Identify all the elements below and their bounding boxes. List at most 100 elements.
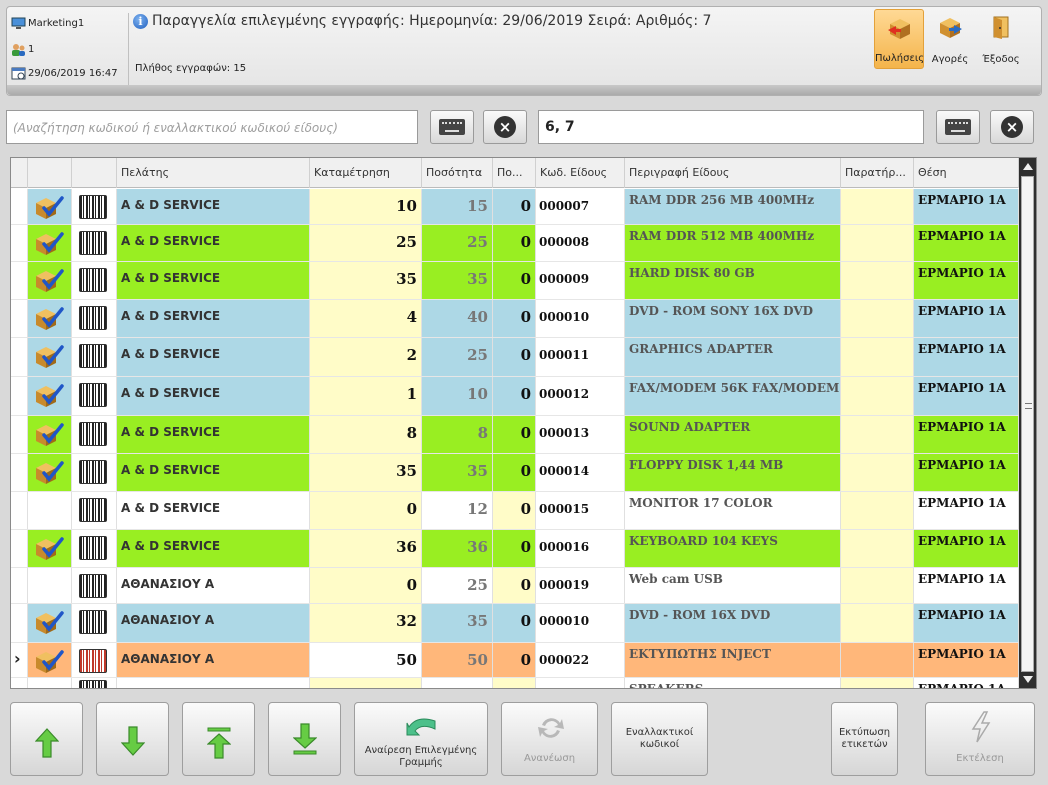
col-item-code[interactable]: Κωδ. Είδους: [536, 158, 625, 188]
refresh-button[interactable]: Ανανέωση: [501, 702, 598, 776]
cell-count[interactable]: 0: [310, 492, 422, 529]
row-barcode[interactable]: [72, 338, 117, 376]
clear-button-left[interactable]: ×: [483, 110, 527, 144]
move-down-button[interactable]: [96, 702, 169, 776]
cell-po: 0: [493, 492, 536, 529]
row-barcode[interactable]: [72, 300, 117, 337]
grid-scrollbar[interactable]: [1019, 158, 1036, 688]
row-indicator: [11, 416, 28, 453]
cell-count[interactable]: 2: [310, 338, 422, 376]
row-barcode[interactable]: [72, 604, 117, 642]
arrow-up-icon: [34, 728, 59, 758]
alternative-codes-button[interactable]: Εναλλακτικοί κωδικοί: [611, 702, 708, 776]
print-labels-button[interactable]: Εκτύπωση ετικετών: [831, 702, 898, 776]
row-barcode[interactable]: [72, 530, 117, 567]
col-notes[interactable]: Παρατήρ...: [841, 158, 914, 188]
cell-count[interactable]: 1: [310, 377, 422, 415]
row-barcode[interactable]: [72, 678, 117, 688]
row-status[interactable]: [28, 225, 72, 261]
nav-exit-button[interactable]: Έξοδος: [976, 9, 1026, 69]
table-row[interactable]: A & D SERVICE 25 25 0 000008 RAM DDR 512 MB 4…: [11, 225, 1019, 262]
clear-button-right[interactable]: ×: [990, 110, 1034, 144]
row-barcode[interactable]: [72, 189, 117, 224]
row-status[interactable]: [28, 492, 72, 529]
col-customer[interactable]: Πελάτης: [117, 158, 310, 188]
row-status[interactable]: [28, 189, 72, 224]
table-row[interactable]: A & D SERVICE 0 12 0 000015 MONITOR 17 COLOR Ε…: [11, 492, 1019, 530]
move-top-button[interactable]: [182, 702, 255, 776]
col-status[interactable]: [28, 158, 72, 188]
row-status[interactable]: [28, 416, 72, 453]
keyboard-button-left[interactable]: [430, 110, 474, 144]
cell-count[interactable]: [310, 678, 422, 688]
move-up-button[interactable]: [10, 702, 83, 776]
keyboard-button-right[interactable]: [936, 110, 980, 144]
col-count[interactable]: Καταμέτρηση: [310, 158, 422, 188]
row-barcode[interactable]: [72, 568, 117, 603]
row-indicator: [11, 568, 28, 603]
col-quantity[interactable]: Ποσότητα: [422, 158, 493, 188]
row-barcode[interactable]: [72, 492, 117, 529]
move-bottom-button[interactable]: [268, 702, 341, 776]
info-icon: i: [133, 13, 148, 29]
row-barcode[interactable]: [72, 262, 117, 299]
cell-count[interactable]: 4: [310, 300, 422, 337]
order-filter-input[interactable]: 6, 7: [538, 110, 924, 144]
cell-po: 0: [493, 643, 536, 677]
cell-count[interactable]: 0: [310, 568, 422, 603]
row-barcode[interactable]: [72, 225, 117, 261]
table-row[interactable]: A & D SERVICE 2 25 0 000011 GRAPHICS ADAPTER Ε…: [11, 338, 1019, 377]
item-code-search-input[interactable]: (Αναζήτηση κωδικού ή εναλλακτικού κωδικο…: [6, 110, 418, 144]
scroll-down-icon[interactable]: [1023, 676, 1033, 683]
cell-count[interactable]: 10: [310, 189, 422, 224]
nav-purchases-button[interactable]: Αγορές: [925, 9, 975, 69]
row-status[interactable]: [28, 262, 72, 299]
table-row[interactable]: ΑΘΑΝΑΣΙΟΥ Α 32 35 0 000010 DVD - ROM 16X DVD Ε…: [11, 604, 1019, 643]
row-status[interactable]: [28, 300, 72, 337]
row-status[interactable]: [28, 568, 72, 603]
header-shade: [7, 85, 1041, 95]
scroll-up-icon[interactable]: [1023, 163, 1033, 170]
cell-quantity: 35: [422, 262, 493, 299]
table-row[interactable]: A & D SERVICE 8 8 0 000013 SOUND ADAPTER ΕΡΜΑΡ…: [11, 416, 1019, 454]
cell-po: 0: [493, 377, 536, 415]
cell-count[interactable]: 50: [310, 643, 422, 677]
row-barcode[interactable]: [72, 454, 117, 491]
table-row[interactable]: A & D SERVICE 1 10 0 000012 FAX/MODEM 56K FAX…: [11, 377, 1019, 416]
col-location[interactable]: Θέση: [914, 158, 1019, 188]
table-row[interactable]: A & D SERVICE 10 15 0 000007 RAM DDR 256 MB 4…: [11, 189, 1019, 225]
table-row[interactable]: A & D SERVICE 35 35 0 000014 FLOPPY DISK 1,44…: [11, 454, 1019, 492]
row-status[interactable]: [28, 530, 72, 567]
table-row[interactable]: A & D SERVICE 4 40 0 000010 DVD - ROM SONY 16…: [11, 300, 1019, 338]
cell-count[interactable]: 35: [310, 454, 422, 491]
row-status[interactable]: [28, 678, 72, 688]
row-status[interactable]: [28, 377, 72, 415]
keyboard-icon: [439, 119, 465, 135]
table-row[interactable]: A & D SERVICE 35 35 0 000009 HARD DISK 80 GB Ε…: [11, 262, 1019, 300]
cell-description: DVD - ROM SONY 16X DVD: [625, 300, 841, 337]
row-status[interactable]: [28, 604, 72, 642]
col-description[interactable]: Περιγραφή Είδους: [625, 158, 841, 188]
nav-sales-button[interactable]: Πωλήσεις: [874, 9, 924, 69]
cell-count[interactable]: 8: [310, 416, 422, 453]
row-barcode[interactable]: [72, 377, 117, 415]
row-barcode[interactable]: [72, 416, 117, 453]
execute-button[interactable]: Εκτέλεση: [925, 702, 1035, 776]
row-status[interactable]: [28, 643, 72, 677]
row-barcode[interactable]: [72, 643, 117, 677]
undo-selected-line-button[interactable]: Αναίρεση Επιλεγμένης Γραμμής: [354, 702, 488, 776]
row-status[interactable]: [28, 454, 72, 491]
table-row[interactable]: SPEAKERS ΕΡΜΑΡΙΟ 1Α: [11, 678, 1019, 688]
table-row[interactable]: A & D SERVICE 36 36 0 000016 KEYBOARD 104 KEY…: [11, 530, 1019, 568]
cell-count[interactable]: 25: [310, 225, 422, 261]
table-row[interactable]: ΑΘΑΝΑΣΙΟΥ Α 0 25 0 000019 Web cam USB ΕΡΜΑΡΙΟ …: [11, 568, 1019, 604]
cell-count[interactable]: 35: [310, 262, 422, 299]
table-row[interactable]: › ΑΘΑΝΑΣΙΟΥ Α 50 50 0 000022 ΕΚΤΥΠΩΤΗΣ INJECT Ε…: [11, 643, 1019, 678]
row-status[interactable]: [28, 338, 72, 376]
cell-count[interactable]: 32: [310, 604, 422, 642]
col-po[interactable]: Πο...: [493, 158, 536, 188]
row-indicator: [11, 338, 28, 376]
scroll-thumb[interactable]: [1021, 176, 1034, 672]
cell-count[interactable]: 36: [310, 530, 422, 567]
col-barcode[interactable]: [72, 158, 117, 188]
